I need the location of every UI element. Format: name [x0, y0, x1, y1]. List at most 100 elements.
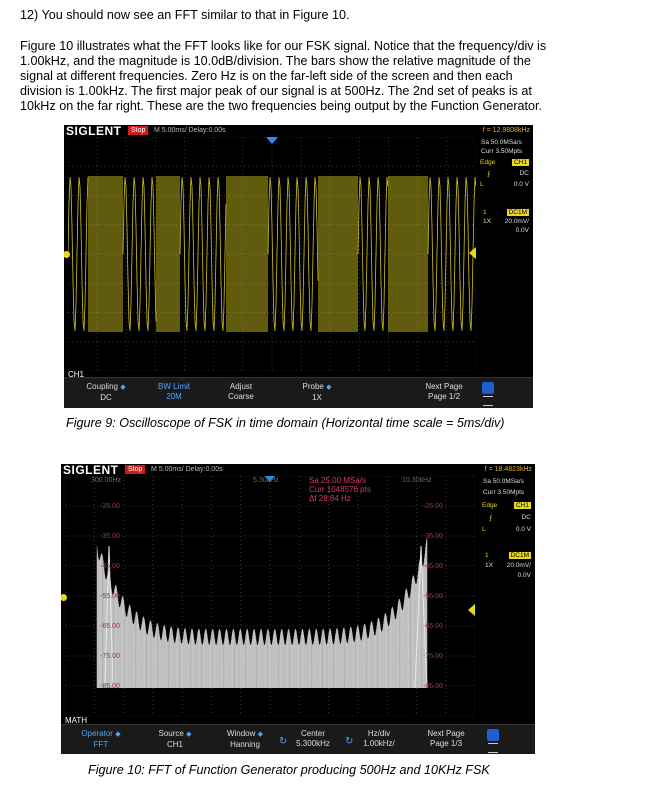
center-softkey[interactable]: Center 5.300kHz — [287, 729, 339, 749]
probe-ratio: 1X — [485, 562, 493, 569]
trigger-position-icon — [266, 137, 278, 144]
trigger-source: CH1 — [511, 159, 529, 166]
next-page-softkey[interactable]: Next Page Page 1/3 — [419, 729, 473, 749]
softkey-label: Operator — [81, 729, 113, 738]
db-label-right: -45.00 — [423, 563, 443, 570]
softkey-value: FFT — [93, 740, 109, 749]
vertical-offset: 0.0V — [517, 572, 531, 579]
sample-rate: Sa 50.0MSa/s — [483, 478, 524, 485]
softkey-label: Source — [158, 729, 184, 738]
operator-softkey[interactable]: Operator ◆ FFT — [73, 729, 129, 750]
adjust-softkey[interactable]: Adjust Coarse — [216, 382, 266, 402]
menu-option-icon[interactable] — [488, 743, 498, 753]
window-softkey[interactable]: Window ◆ Hanning — [217, 729, 273, 750]
top-status-bar: SIGLENT Stop M 5.00ms/ Delay:0.00s f = 1… — [64, 125, 533, 138]
channel-label: CH1 — [68, 370, 85, 379]
timebase-readout: M 5.00ms/ Delay:0.00s — [154, 127, 226, 134]
rising-edge-icon: ⨍ — [487, 171, 491, 178]
rising-edge-icon: ⨍ — [489, 515, 493, 522]
cycle-arrow-icon: ◆ — [120, 384, 126, 391]
softkey-label: Center — [300, 729, 325, 738]
softkey-menu: CH1 Coupling ◆ DC BW Limit 20M Adjust Co… — [64, 370, 533, 408]
paragraph-line: 1.00kHz, and the magnitude is 10.0dB/div… — [20, 54, 531, 68]
db-label-left: -65.00 — [100, 623, 120, 630]
frequency-readout: f = 18.4823kHz — [484, 466, 532, 473]
cycle-arrow-icon: ◆ — [115, 731, 121, 738]
fft-stop-frequency: 10.30kHz — [402, 477, 432, 484]
timebase-readout: M 5.00ms/ Delay:0.00s — [151, 466, 223, 473]
fft-grid: 300.00Hz 5.30kHz 10.30kHz Sa 25.00 MSa/s… — [65, 476, 475, 716]
trigger-coupling: DC — [519, 170, 529, 177]
coupling-badge: DC1M — [508, 552, 531, 559]
db-label-left: -45.00 — [100, 563, 120, 570]
fsk-low-trace — [179, 177, 227, 331]
memory-depth: Curr 3.50Mpts — [483, 489, 525, 496]
hz-per-div-softkey[interactable]: Hz/div 1.00kHz/ — [353, 729, 405, 749]
coupling-softkey[interactable]: Coupling ◆ DC — [82, 382, 130, 403]
softkey-label: Next Page — [427, 729, 465, 738]
menu-toggle-icon[interactable] — [487, 729, 499, 741]
paragraph-line: Figure 10 illustrates what the FFT looks… — [20, 39, 547, 53]
fft-sample-rate: Sa 25.00 MSa/s — [309, 476, 366, 485]
cycle-arrow-icon: ◆ — [257, 731, 264, 738]
fft-points: Curr 1048576 pts — [309, 485, 371, 494]
memory-depth: Curr 3.50Mpts — [481, 148, 523, 155]
fft-plot — [65, 476, 475, 716]
waveform-grid — [68, 137, 476, 371]
fft-start-frequency: 300.00Hz — [91, 477, 121, 484]
softkey-value: Coarse — [228, 392, 254, 401]
softkey-label: Next Page — [425, 382, 463, 391]
softkey-label: Window — [226, 729, 256, 738]
softkey-value: 1X — [312, 393, 322, 402]
time-domain-plot — [68, 137, 476, 371]
db-label-right: -85.00 — [423, 683, 443, 690]
softkey-label: Hz/div — [367, 729, 391, 738]
softkey-label: Adjust — [229, 382, 253, 391]
fsk-high-burst — [226, 176, 268, 332]
channel-number: 1 — [485, 552, 489, 559]
figure-9-caption: Figure 9: Oscilloscope of FSK in time do… — [66, 416, 505, 430]
trigger-level: 0.0 V — [515, 526, 531, 533]
trigger-level-icon — [469, 247, 476, 259]
paragraph-line: signal at different frequencies. Zero Hz… — [20, 69, 513, 83]
db-label-left: -35.00 — [100, 533, 120, 540]
paragraph-line: 10kHz on the far right. These are the tw… — [20, 99, 543, 113]
channel-label: MATH — [65, 716, 88, 725]
step-text: 12) You should now see an FFT similar to… — [20, 8, 350, 22]
right-info-panel: Sa 50.0MSa/s Curr 3.50Mpts Edge CH1 ⨍ DC… — [479, 476, 535, 716]
figure-9-oscilloscope: SIGLENT Stop M 5.00ms/ Delay:0.00s f = 1… — [64, 125, 533, 408]
db-label-right: -75.00 — [423, 653, 443, 660]
db-label-left: -55.00 — [100, 593, 120, 600]
softkey-value: 1.00kHz/ — [363, 739, 395, 748]
softkey-value: Page 1/3 — [429, 739, 463, 748]
db-label-left: -85.00 — [100, 683, 120, 690]
trigger-level-icon — [468, 604, 475, 616]
menu-toggle-icon[interactable] — [482, 382, 494, 394]
fft-spectrum — [96, 538, 428, 688]
db-label-right: -65.00 — [423, 623, 443, 630]
next-page-softkey[interactable]: Next Page Page 1/2 — [419, 382, 469, 402]
probe-ratio: 1X — [483, 218, 491, 225]
figure-10-caption: Figure 10: FFT of Function Generator pro… — [88, 763, 490, 777]
trigger-level-icon: L — [482, 526, 486, 533]
trigger-source: CH1 — [513, 502, 531, 509]
db-label-left: -75.00 — [100, 653, 120, 660]
source-softkey[interactable]: Source ◆ CH1 — [149, 729, 201, 750]
cycle-arrow-icon: ◆ — [186, 731, 192, 738]
stop-badge: Stop — [128, 126, 149, 135]
cycle-arrow-icon: ◆ — [326, 384, 332, 391]
channel-number: 1 — [483, 209, 487, 216]
trigger-edge-label: Edge — [480, 159, 496, 166]
db-label-right: -35.00 — [423, 533, 443, 540]
trigger-coupling: DC — [521, 514, 531, 521]
softkey-value: 5.300kHz — [296, 739, 330, 748]
menu-option-icon[interactable] — [483, 396, 493, 406]
probe-softkey[interactable]: Probe ◆ 1X — [290, 382, 344, 403]
vertical-scale: 20.0mV/ — [504, 218, 529, 225]
softkey-value: Page 1/2 — [427, 392, 461, 401]
db-label-left: -25.00 — [100, 503, 120, 510]
right-info-panel: Sa 50.0MSa/s Curr 3.50Mpts Edge CH1 ⨍ DC… — [477, 137, 533, 371]
trigger-level: 0.0 V — [513, 181, 529, 188]
softkey-value: Hanning — [230, 740, 260, 749]
bw-limit-softkey[interactable]: BW Limit 20M — [150, 382, 198, 402]
